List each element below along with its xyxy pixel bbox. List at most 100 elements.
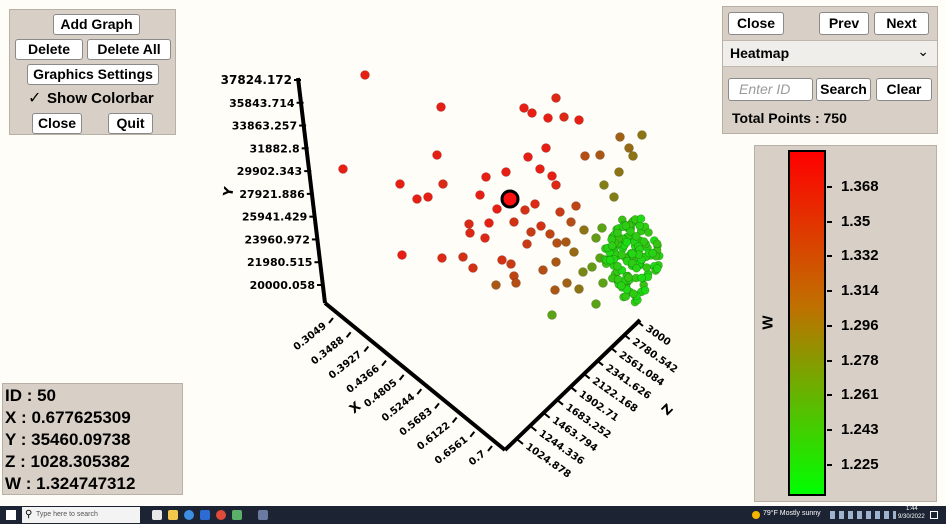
quit-button[interactable]: Quit bbox=[108, 113, 153, 134]
data-point[interactable] bbox=[561, 237, 571, 247]
edge-browser-icon[interactable] bbox=[184, 510, 194, 520]
data-point[interactable] bbox=[624, 143, 634, 153]
data-point[interactable] bbox=[530, 199, 540, 209]
data-point[interactable] bbox=[551, 180, 561, 190]
data-point[interactable] bbox=[627, 249, 637, 258]
data-point[interactable] bbox=[437, 253, 447, 263]
file-explorer-icon[interactable] bbox=[168, 510, 178, 520]
data-point[interactable] bbox=[616, 281, 626, 291]
data-point[interactable] bbox=[497, 255, 507, 265]
chrome-icon[interactable] bbox=[216, 510, 226, 520]
data-point[interactable] bbox=[527, 108, 537, 118]
data-point[interactable] bbox=[597, 223, 607, 233]
data-point[interactable] bbox=[621, 221, 631, 230]
active-app-icon[interactable] bbox=[258, 510, 268, 520]
add-graph-button[interactable]: Add Graph bbox=[53, 14, 140, 35]
search-button[interactable]: Search bbox=[816, 78, 871, 101]
system-tray-icons[interactable] bbox=[830, 511, 896, 519]
data-point[interactable] bbox=[614, 167, 624, 177]
data-point[interactable] bbox=[551, 257, 561, 267]
data-point[interactable] bbox=[552, 238, 562, 248]
data-point[interactable] bbox=[642, 263, 652, 272]
data-point[interactable] bbox=[509, 217, 519, 227]
data-point[interactable] bbox=[599, 180, 609, 190]
data-point[interactable] bbox=[545, 229, 555, 239]
data-point[interactable] bbox=[587, 262, 597, 272]
data-point[interactable] bbox=[491, 280, 501, 290]
data-point[interactable] bbox=[598, 278, 608, 288]
selected-point[interactable] bbox=[500, 189, 520, 209]
data-point[interactable] bbox=[468, 263, 478, 273]
next-button[interactable]: Next bbox=[874, 12, 929, 35]
data-point[interactable] bbox=[605, 255, 615, 265]
close-button-left[interactable]: Close bbox=[32, 113, 82, 134]
data-point[interactable] bbox=[501, 167, 511, 177]
data-point[interactable] bbox=[536, 221, 546, 231]
data-point[interactable] bbox=[578, 267, 588, 277]
data-point[interactable] bbox=[595, 150, 605, 160]
data-point[interactable] bbox=[574, 284, 584, 294]
data-point[interactable] bbox=[481, 172, 491, 182]
start-button-icon[interactable] bbox=[6, 510, 16, 520]
data-point[interactable] bbox=[432, 150, 442, 160]
data-point[interactable] bbox=[591, 299, 601, 309]
data-point[interactable] bbox=[538, 265, 548, 275]
data-point[interactable] bbox=[475, 190, 485, 200]
data-point[interactable] bbox=[395, 179, 405, 189]
data-point[interactable] bbox=[562, 278, 572, 288]
data-point[interactable] bbox=[628, 151, 638, 161]
data-point[interactable] bbox=[436, 102, 446, 112]
data-point[interactable] bbox=[609, 192, 619, 202]
data-point[interactable] bbox=[644, 228, 653, 237]
data-point[interactable] bbox=[622, 237, 632, 247]
store-icon[interactable] bbox=[200, 510, 210, 520]
app-icon[interactable] bbox=[232, 510, 242, 520]
data-point[interactable] bbox=[397, 250, 407, 260]
data-point[interactable] bbox=[617, 250, 627, 260]
data-point[interactable] bbox=[637, 130, 647, 140]
prev-button[interactable]: Prev bbox=[819, 12, 869, 35]
data-point[interactable] bbox=[458, 252, 468, 262]
data-point[interactable] bbox=[652, 264, 662, 273]
data-point[interactable] bbox=[511, 278, 521, 288]
data-point[interactable] bbox=[635, 221, 645, 231]
data-point[interactable] bbox=[559, 112, 569, 122]
data-point[interactable] bbox=[574, 115, 584, 125]
colormap-select[interactable]: Heatmap ⌄ bbox=[723, 40, 937, 67]
data-point[interactable] bbox=[637, 273, 646, 283]
data-point[interactable] bbox=[492, 204, 502, 214]
data-point[interactable] bbox=[624, 273, 633, 282]
data-point[interactable] bbox=[551, 93, 561, 103]
data-point[interactable] bbox=[506, 259, 516, 269]
data-point[interactable] bbox=[648, 248, 658, 258]
data-point[interactable] bbox=[580, 151, 590, 161]
data-point[interactable] bbox=[613, 261, 622, 271]
data-point[interactable] bbox=[526, 227, 536, 237]
data-point[interactable] bbox=[480, 233, 490, 243]
data-point[interactable] bbox=[631, 232, 641, 241]
data-point[interactable] bbox=[541, 143, 551, 153]
data-point[interactable] bbox=[547, 310, 557, 320]
data-point[interactable] bbox=[519, 103, 529, 113]
graphics-settings-button[interactable]: Graphics Settings bbox=[27, 64, 159, 85]
data-point[interactable] bbox=[613, 228, 622, 238]
clear-button[interactable]: Clear bbox=[876, 78, 932, 101]
data-point[interactable] bbox=[547, 171, 557, 181]
data-point[interactable] bbox=[465, 228, 475, 238]
data-point[interactable] bbox=[569, 247, 579, 257]
data-point[interactable] bbox=[484, 218, 494, 228]
data-point[interactable] bbox=[652, 239, 662, 249]
data-point[interactable] bbox=[523, 152, 533, 162]
delete-button[interactable]: Delete bbox=[15, 39, 83, 60]
data-point[interactable] bbox=[571, 201, 581, 211]
data-point[interactable] bbox=[555, 207, 565, 217]
id-input[interactable]: Enter ID bbox=[728, 78, 813, 101]
close-button-right[interactable]: Close bbox=[728, 12, 784, 35]
taskbar-search-input[interactable]: ⚲ Type here to search bbox=[22, 507, 140, 523]
data-point[interactable] bbox=[338, 164, 348, 174]
data-point[interactable] bbox=[550, 285, 560, 295]
data-points[interactable] bbox=[338, 70, 664, 320]
data-point[interactable] bbox=[520, 205, 530, 215]
task-view-icon[interactable] bbox=[152, 510, 162, 520]
delete-all-button[interactable]: Delete All bbox=[87, 39, 171, 60]
